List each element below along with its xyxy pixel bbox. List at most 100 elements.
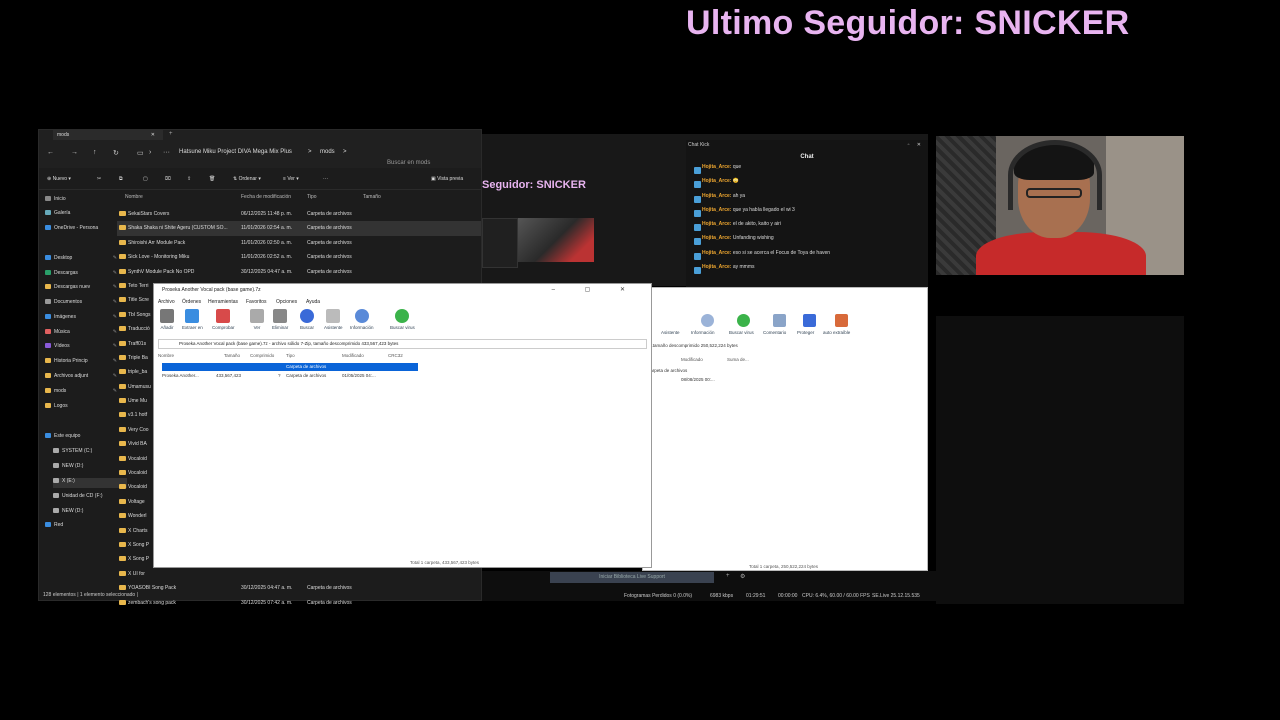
column-type[interactable]: Tipo	[286, 353, 295, 358]
chat-username[interactable]: Hojita_Arce:	[702, 178, 731, 184]
sort-button[interactable]: ⇅ Ordenar ▾	[233, 176, 261, 182]
nav-item-mods[interactable]: mods ✎	[45, 388, 119, 398]
back-icon[interactable]: ←	[47, 149, 54, 156]
chat-username[interactable]: Hojita_Arce:	[702, 207, 731, 213]
list-item[interactable]: X UI for	[117, 567, 481, 581]
rename-icon[interactable]: ⌧	[165, 176, 171, 182]
tool-sfx[interactable]: auto extraíble	[823, 330, 850, 335]
archive-address-bar[interactable]: Proseka Another Vocal pack (base game).7…	[158, 339, 647, 349]
nav-item-pictures[interactable]: Imágenes ✎	[45, 314, 119, 324]
sfx-icon[interactable]	[835, 314, 848, 327]
list-item[interactable]: Shiroishi Arr Module Pack 11/01/2026 02:5…	[117, 236, 481, 250]
column-size[interactable]: Tamaño	[224, 353, 240, 358]
nav-item-onedrive[interactable]: OneDrive - Persona	[45, 225, 119, 235]
add-button[interactable]: Añadir	[160, 309, 174, 330]
search-input[interactable]: Buscar en mods	[387, 160, 430, 166]
chat-username[interactable]: Hojita_Arce:	[702, 164, 731, 170]
nav-item-drive-c[interactable]: SYSTEM (C:)	[53, 448, 127, 458]
list-item[interactable]: SekaiStars Covers 06/12/2025 11:48 p. m. C…	[117, 207, 481, 221]
menu-options[interactable]: Opciones	[276, 299, 297, 305]
nav-item-network[interactable]: Red	[45, 522, 119, 532]
menu-tools[interactable]: Herramientas	[208, 299, 238, 305]
comment-icon[interactable]	[773, 314, 786, 327]
virus-scan-button[interactable]: Buscar virus	[390, 309, 415, 330]
menu-commands[interactable]: Órdenes	[182, 299, 201, 305]
column-size[interactable]: Tamaño	[363, 194, 381, 200]
selected-row[interactable]: Carpeta de archivos	[162, 363, 418, 371]
nav-item-attachments[interactable]: Archivos adjunt ✎	[45, 373, 119, 383]
breadcrumb-mods[interactable]: mods	[320, 149, 335, 155]
chat-username[interactable]: Hojita_Arce:	[702, 264, 731, 270]
up-icon[interactable]: ↑	[93, 149, 97, 156]
list-item[interactable]: YOASOBI Song Pack 30/12/2025 04:47 a. m. C…	[117, 581, 481, 595]
tool-virus[interactable]: Buscar virus	[729, 330, 754, 335]
nav-item-logos[interactable]: Logos	[45, 403, 119, 413]
nav-item-drive-e[interactable]: X (E:)	[53, 478, 127, 488]
column-name[interactable]: Nombre	[158, 353, 174, 358]
column-date[interactable]: Fecha de modificación	[241, 194, 291, 200]
nav-item-downloads[interactable]: Descargas ✎	[45, 270, 119, 280]
menu-help[interactable]: Ayuda	[306, 299, 320, 305]
list-item[interactable]: Shaka Shaka ni Shite Ageru (CUSTOM SO...…	[117, 221, 481, 236]
close-icon[interactable]: ✕	[151, 132, 155, 138]
test-button[interactable]: Comprobar	[212, 309, 235, 330]
more-options-button[interactable]: ···	[323, 176, 328, 182]
new-tab-icon[interactable]: +	[169, 131, 173, 137]
tool-wizard[interactable]: Asistente	[661, 330, 680, 335]
list-item[interactable]: Sick Love - Monitoring Miku 11/01/2026 02…	[117, 250, 481, 264]
share-icon[interactable]: ⇪	[187, 176, 191, 182]
start-button[interactable]: Iniciar Biblioteca Live Support	[550, 572, 714, 583]
tool-info[interactable]: Información	[691, 330, 715, 335]
window-controls[interactable]: – ▢ ✕	[552, 286, 639, 293]
column-packed[interactable]: Comprimido	[250, 353, 274, 358]
copy-icon[interactable]: ⧉	[119, 176, 123, 182]
forward-icon[interactable]: →	[71, 149, 78, 156]
breadcrumb-game[interactable]: Hatsune Miku Project DIVA Mega Mix Plus	[179, 149, 292, 155]
chat-username[interactable]: Hojita_Arce:	[702, 193, 731, 199]
nav-item-documents[interactable]: Documentos ✎	[45, 299, 119, 309]
paste-icon[interactable]: ▢	[143, 176, 148, 182]
column-type[interactable]: Tipo	[307, 194, 317, 200]
nav-item-home[interactable]: Inicio	[45, 196, 119, 206]
monitor-icon[interactable]: ▭	[137, 149, 144, 157]
info-icon[interactable]	[701, 314, 714, 327]
find-button[interactable]: Buscar	[300, 309, 314, 330]
wizard-button[interactable]: Asistente	[324, 309, 343, 330]
virus-scan-icon[interactable]	[737, 314, 750, 327]
list-item[interactable]: SynthV Module Pack No OPD 30/12/2025 04:4…	[117, 265, 481, 279]
more-icon[interactable]: ···	[163, 149, 170, 156]
column-modified[interactable]: Modificado	[342, 353, 364, 358]
menu-favorites[interactable]: Favoritos	[246, 299, 267, 305]
chat-username[interactable]: Hojita_Arce:	[702, 250, 731, 256]
preview-button[interactable]: ▣ Vista previa	[431, 176, 463, 182]
nav-item-cd-drive[interactable]: Unidad de CD (F:)	[53, 493, 127, 503]
info-button[interactable]: Información	[350, 309, 374, 330]
nav-item-gallery[interactable]: Galería	[45, 210, 119, 220]
tool-comment[interactable]: Comentario	[763, 330, 786, 335]
delete-icon[interactable]: 🗑	[209, 176, 215, 182]
chat-username[interactable]: Hojita_Arce:	[702, 235, 731, 241]
column-crc[interactable]: CRC32	[388, 353, 403, 358]
delete-button[interactable]: Eliminar	[272, 309, 288, 330]
chevron-right-icon[interactable]: ›	[149, 149, 151, 156]
view-button[interactable]: ≡ Ver ▾	[283, 176, 299, 182]
menu-file[interactable]: Archivo	[158, 299, 175, 305]
nav-item-downloads-new[interactable]: Descargas nuev ✎	[45, 284, 119, 294]
cut-icon[interactable]: ✂	[97, 176, 101, 182]
add-icon[interactable]: +	[726, 573, 730, 579]
window-controls[interactable]: ▫ ✕	[908, 142, 924, 148]
shield-icon[interactable]	[803, 314, 816, 327]
tab-mods[interactable]: mods ✕	[53, 130, 163, 140]
refresh-icon[interactable]: ↻	[113, 149, 119, 157]
chat-username[interactable]: Hojita_Arce:	[702, 221, 731, 227]
nav-item-history[interactable]: Historia Princip ✎	[45, 358, 119, 368]
list-item[interactable]: zembach's song pack 30/12/2025 07:42 a. m…	[117, 596, 481, 610]
extract-button[interactable]: Extraer en	[182, 309, 203, 330]
gear-icon[interactable]: ⚙	[740, 573, 745, 580]
nav-item-this-pc[interactable]: Este equipo	[45, 433, 119, 443]
view-button[interactable]: Ver	[250, 309, 264, 330]
tool-protect[interactable]: Proteger	[797, 330, 814, 335]
new-button[interactable]: ⊕ Nuevo ▾	[47, 176, 71, 182]
nav-item-videos[interactable]: Vídeos ✎	[45, 343, 119, 353]
nav-item-desktop[interactable]: Desktop ✎	[45, 255, 119, 265]
